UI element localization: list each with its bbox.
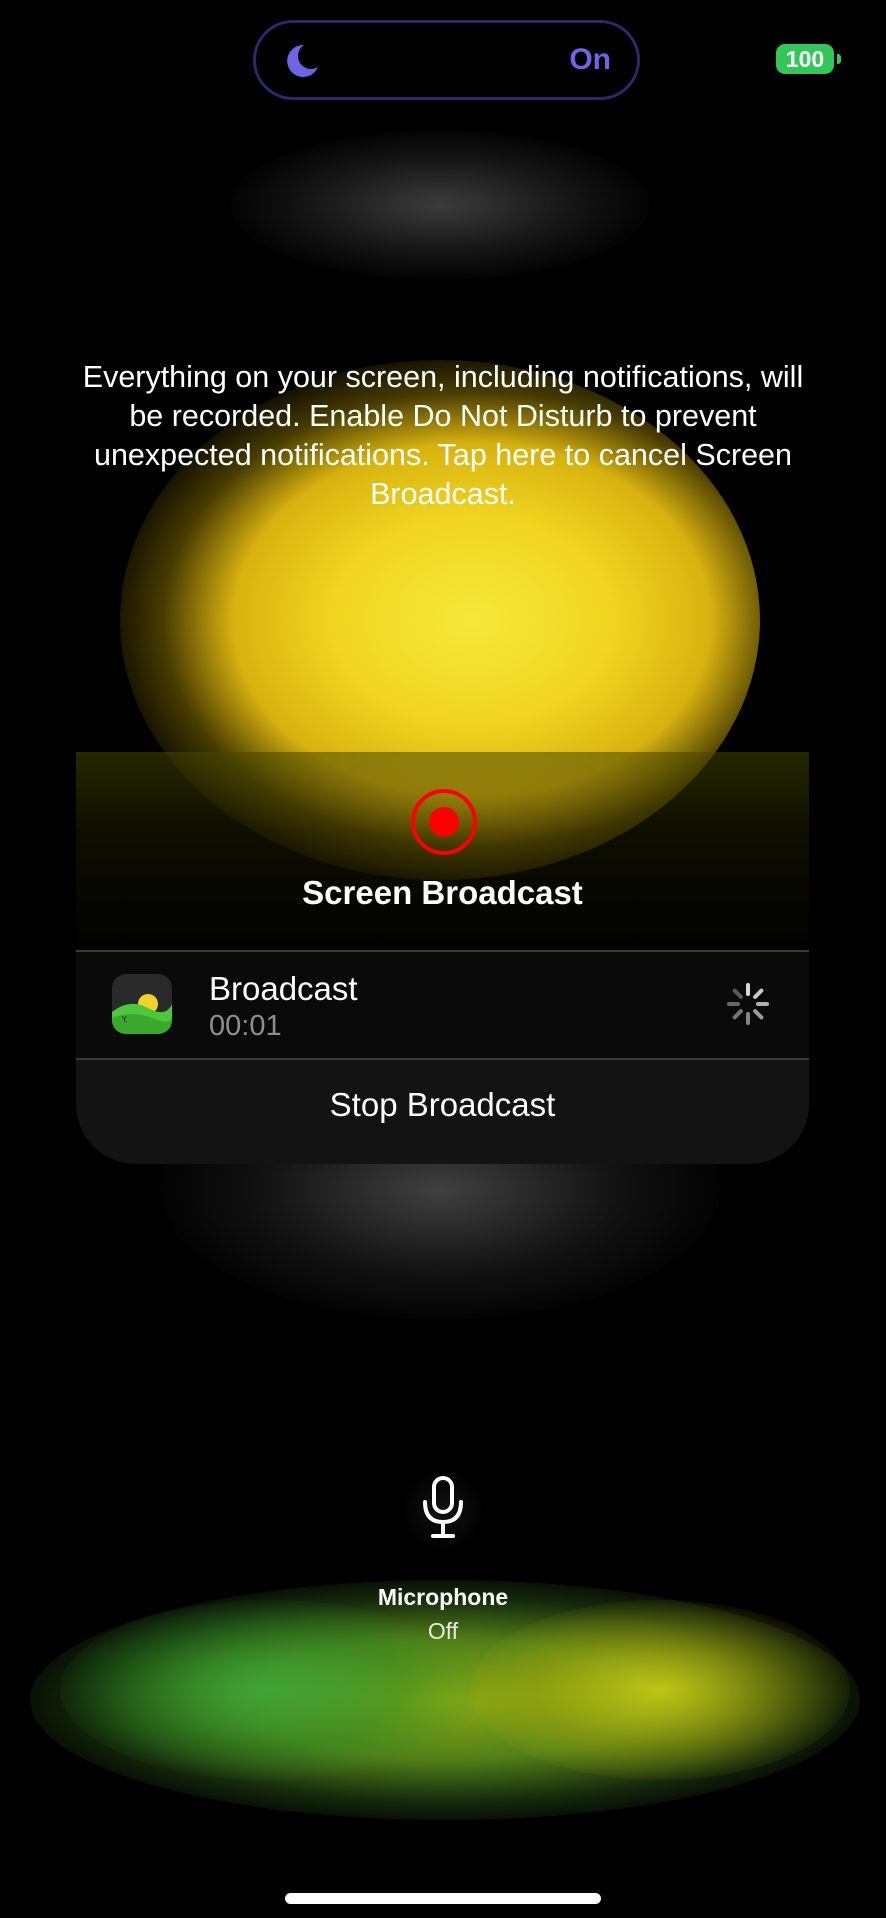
- broadcast-app-row[interactable]: Y. Broadcast 00:01: [76, 952, 809, 1058]
- record-icon: [411, 789, 477, 855]
- stop-broadcast-area: Stop Broadcast: [76, 1060, 809, 1164]
- broadcast-app-name: Broadcast: [209, 970, 358, 1007]
- svg-text:Y.: Y.: [121, 1015, 128, 1024]
- microphone-icon: [423, 1476, 463, 1538]
- focus-status-label: On: [569, 43, 611, 76]
- stop-broadcast-button[interactable]: Stop Broadcast: [76, 1086, 809, 1124]
- card-title: Screen Broadcast: [302, 874, 583, 911]
- microphone-label: Microphone: [377, 1584, 509, 1610]
- broadcast-card: Screen Broadcast Y. Broadcast 00:01 Stop…: [76, 752, 809, 1164]
- card-header: Screen Broadcast: [76, 752, 809, 952]
- broadcast-elapsed-time: 00:01: [209, 1010, 282, 1042]
- background-glow: [230, 130, 650, 280]
- cancel-broadcast-notice[interactable]: Everything on your screen, including not…: [70, 358, 816, 514]
- battery-tip: [837, 54, 841, 64]
- home-indicator[interactable]: [285, 1893, 601, 1904]
- microphone-button[interactable]: [393, 1460, 493, 1560]
- moon-icon: [287, 44, 318, 77]
- screen-broadcast-screen: On 100 Everything on your screen, includ…: [0, 0, 886, 1918]
- focus-mode-pill[interactable]: On: [253, 20, 640, 100]
- photo-app-icon: Y.: [112, 974, 172, 1034]
- microphone-state: Off: [427, 1618, 459, 1644]
- battery-level: 100: [785, 45, 825, 72]
- battery-indicator: 100: [776, 44, 834, 74]
- spinner-icon: [727, 983, 769, 1025]
